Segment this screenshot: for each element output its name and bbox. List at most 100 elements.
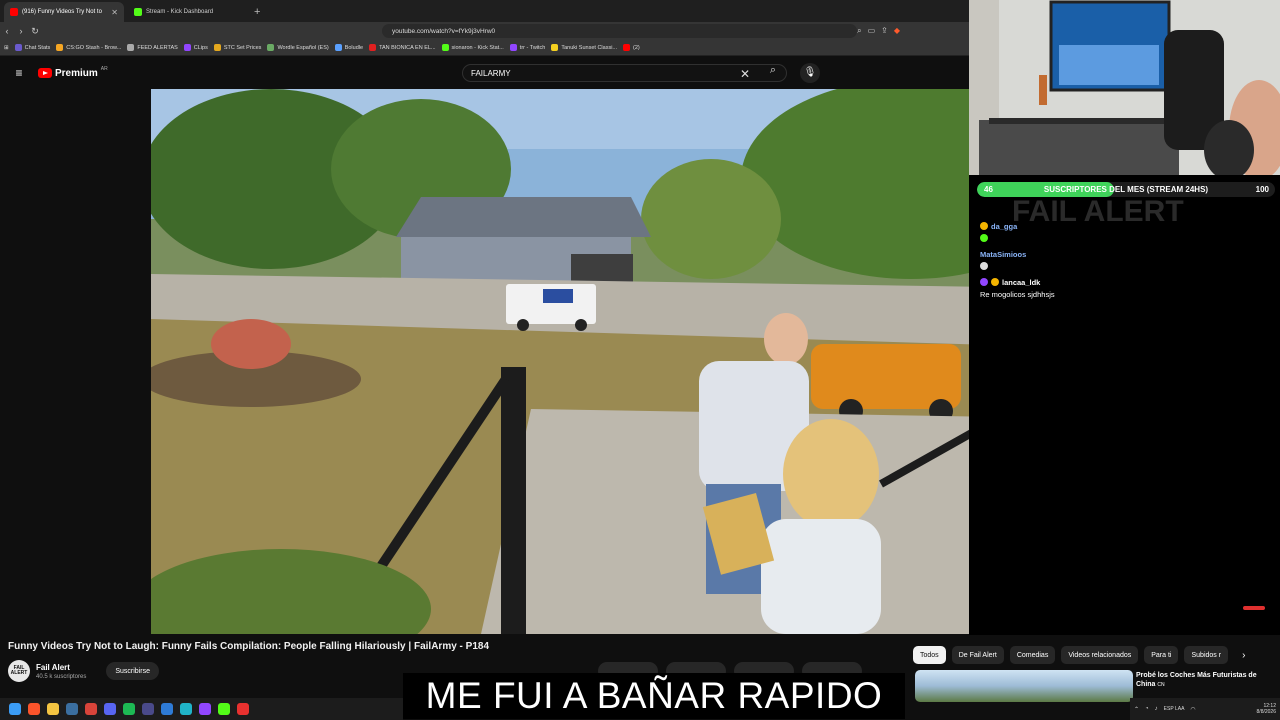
youtube-favicon-icon [10,8,18,16]
chat-message: lancaa_ldk Re mogolicos sjdhhsjs [980,276,1120,300]
stream-caption: ME FUI A BAÑAR RAPIDO [403,673,905,719]
back-icon[interactable]: ‹ [0,26,14,36]
share-icon[interactable]: ⇪ [881,26,888,36]
bookmark-item[interactable]: Tanuki Sunset Classi... [551,44,617,51]
kick-icon[interactable] [218,703,230,715]
zoom-icon[interactable]: ⌕ [857,26,861,36]
youtube-header: ≡ Premium AR FAILARMY ✕ ⌕ 🎙 [0,57,970,89]
wifi-icon[interactable]: ◠ [1190,706,1195,713]
app-icon[interactable] [180,703,192,715]
steam-icon[interactable] [66,703,78,715]
bookmark-item[interactable]: trr - Twitch [509,44,545,51]
badge-icon [980,222,988,230]
search-input[interactable]: FAILARMY [462,64,787,82]
address-bar-row: ‹ › ↻ youtube.com/watch?v=fYk9j3vHrw0 ⌕ … [0,22,970,40]
bookmark-icon [56,44,64,51]
chat-text: Re mogolicos sjdhhsjs [980,289,1055,299]
browser-tab-bar: (916) Funny Videos Try Not to ✕ Stream -… [0,0,970,22]
network-icon[interactable]: ◔ [1145,706,1149,712]
youtube-play-icon [38,68,52,78]
live-indicator [1243,606,1265,610]
close-icon[interactable]: ✕ [111,8,118,17]
windows-start-icon[interactable] [9,703,21,715]
taskbar [0,698,403,720]
url-field[interactable]: youtube.com/watch?v=fYk9j3vHrw0 [382,24,858,38]
bookmark-item[interactable]: Boludle [334,44,363,51]
emote-icon [980,234,988,242]
kick-favicon-icon [134,8,142,16]
subscriber-count: 40.5 k suscriptores [36,673,87,680]
chevron-up-icon[interactable]: ⌃ [1134,706,1139,713]
bookmark-icon [334,44,342,51]
youtube-logo[interactable]: Premium AR [38,66,108,79]
bookmark-item[interactable]: Wordle Español (ES) [267,44,329,51]
tab-kick-dashboard[interactable]: Stream - Kick Dashboard [128,2,248,22]
microphone-icon[interactable]: 🎙 [800,63,820,83]
channel-name[interactable]: Fail Alert [36,663,86,672]
bookmark-item[interactable]: STC Set Prices [213,44,261,51]
new-tab-button[interactable]: + [254,2,260,22]
goal-target: 100 [1255,185,1269,194]
file-explorer-icon[interactable] [47,703,59,715]
tab-label: Stream - Kick Dashboard [146,9,214,15]
bookmark-icon [183,44,191,51]
bookmark-item[interactable]: Chat Stats [14,44,50,51]
chat-username: MataSimioos [980,249,1027,259]
brave-shield-icon[interactable]: ◆ [894,26,900,36]
bookmarks-bar: ⊞ Chat Stats CS:GO Stash - Brow... FEED … [0,40,970,56]
forward-icon[interactable]: › [14,26,28,36]
chat-username: lancaa_ldk [1002,277,1041,287]
bookmark-item[interactable]: TAN BIONICA EN EL... [369,44,436,51]
subscribe-button[interactable]: Suscribirse [106,662,159,680]
spotify-icon[interactable] [123,703,135,715]
chat-message: da_gga [980,220,1120,244]
app-icon[interactable] [142,703,154,715]
chip-de-fail-alert[interactable]: De Fail Alert [951,646,1004,664]
clock[interactable]: 12:12 8/8/2026 [1257,703,1280,715]
chip-subidos[interactable]: Subidos r [1184,646,1229,664]
app-icon[interactable] [161,703,173,715]
chevron-right-icon[interactable]: › [1242,650,1245,661]
chrome-icon[interactable] [85,703,97,715]
tab-youtube[interactable]: (916) Funny Videos Try Not to ✕ [4,2,124,22]
webcam-feed [969,0,1280,175]
search-icon[interactable]: ⌕ [763,64,783,82]
screen: (916) Funny Videos Try Not to ✕ Stream -… [0,0,1280,720]
bookmark-icon [267,44,275,51]
badge-icon [980,278,988,286]
apps-icon[interactable]: ⊞ [4,45,9,51]
search-value: FAILARMY [471,68,511,78]
language-indicator[interactable]: ESP LAA [1164,706,1185,712]
clear-search-icon[interactable]: ✕ [740,67,750,81]
discord-icon[interactable] [104,703,116,715]
bookmark-item[interactable]: sionaron - Kick Stat... [441,44,504,51]
bookmark-item[interactable]: CS:GO Stash - Brow... [56,44,121,51]
twitch-icon[interactable] [199,703,211,715]
cast-icon[interactable]: ▭ [868,26,876,36]
related-video-thumbnail[interactable] [915,670,1133,702]
brave-browser-icon[interactable] [28,703,40,715]
channel-avatar[interactable]: FAIL ALERT [8,660,30,682]
bookmark-icon [623,44,631,51]
goal-current: 46 [984,185,993,194]
chip-videos-relacionados[interactable]: Videos relacionados [1061,646,1139,664]
tab-label: (916) Funny Videos Try Not to [22,9,102,15]
reload-icon[interactable]: ↻ [28,26,42,37]
url-text: youtube.com/watch?v=fYk9j3vHrw0 [392,27,496,35]
bookmark-item[interactable]: FEED ALERTAS [127,44,178,51]
related-video-title[interactable]: Probé los Coches Más Futuristas de China… [1136,671,1271,690]
emote-icon [980,262,988,270]
bookmark-item[interactable]: (2) [623,44,640,51]
chip-comedias[interactable]: Comedias [1009,646,1056,664]
hamburger-menu-icon[interactable]: ≡ [0,66,38,80]
related-video-item[interactable] [915,670,1133,702]
app-icon[interactable] [237,703,249,715]
region-label: AR [100,66,108,72]
volume-icon[interactable]: ♪ [1155,706,1158,712]
chip-todos[interactable]: Todos [913,646,946,664]
bookmark-icon [551,44,559,51]
chip-para-ti[interactable]: Para ti [1144,646,1179,664]
bookmark-item[interactable]: CLips [183,44,208,51]
chat-username: da_gga [991,221,1018,231]
badge-icon [991,278,999,286]
